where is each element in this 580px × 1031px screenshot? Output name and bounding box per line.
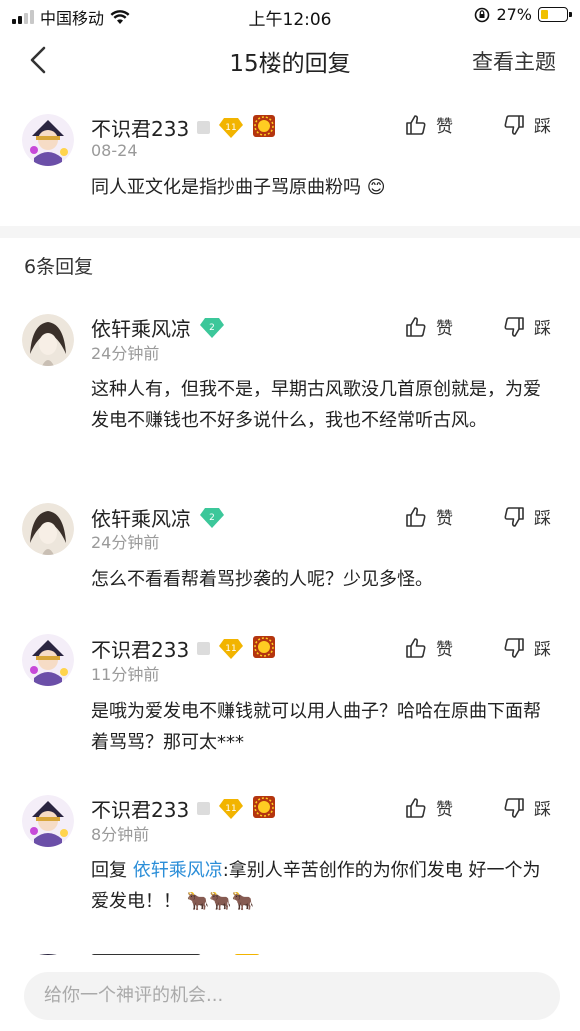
smile-emoji-icon: 😊 [366,177,386,198]
dislike-button[interactable]: 踩 [502,314,551,339]
thumbs-up-icon [406,797,426,818]
dislike-button[interactable]: 踩 [502,635,551,660]
timestamp: 24分钟前 [91,344,160,363]
thumbs-up-icon [406,114,426,135]
thumbs-up-icon [406,637,426,658]
thumbs-up-icon [406,506,426,527]
svg-text:2: 2 [209,323,215,333]
comment-input[interactable]: 给你一个神评的机会... [24,972,560,1020]
avatar[interactable] [22,634,74,686]
svg-text:2: 2 [209,513,215,523]
svg-text:11: 11 [225,123,236,133]
name-row: 依轩乘风凉 2 [91,313,225,342]
comment-text: 这种人有，但我不是，早期古风歌没几首原创就是，为爱发电不赚钱也不好多说什么，我也… [91,379,541,431]
username[interactable]: 依轩乘风凉 [91,503,191,532]
avatar[interactable] [22,314,74,366]
thumbs-down-icon [504,797,524,818]
reply-prefix: 回复 [91,860,127,881]
like-button[interactable]: 赞 [404,635,453,660]
avatar[interactable] [22,795,74,847]
member-badge [197,642,211,655]
svg-text:11: 11 [225,804,236,814]
thumbs-up-icon [406,316,426,337]
main-comment: 不识君233 11 08-24 同人亚文化是指抄曲子骂原曲粉吗 😊 赞 踩 [0,0,580,226]
level-badge-icon: 2 [199,507,225,529]
comment-input-bar: 给你一个神评的机会... [0,955,580,1031]
name-row: 不识君233 11 [91,794,276,823]
replies-count: 6条回复 [24,256,94,278]
level-badge-icon: 11 [218,638,244,660]
level-badge-icon: 11 [218,117,244,139]
like-button[interactable]: 赞 [404,112,453,137]
sun-medal-icon [252,635,276,663]
thumbs-down-icon [504,637,524,658]
username[interactable]: 不识君233 [91,634,189,663]
timestamp: 24分钟前 [91,533,160,552]
name-row: 不识君233 11 [91,634,276,663]
username[interactable]: 不识君233 [91,794,189,823]
avatar[interactable] [22,503,74,555]
timestamp: 8分钟前 [91,825,150,844]
dislike-button[interactable]: 踩 [502,504,551,529]
sun-medal-icon [252,114,276,142]
svg-text:11: 11 [225,644,236,654]
username[interactable]: 依轩乘风凉 [91,313,191,342]
name-row: 依轩乘风凉 2 [91,503,225,532]
thumbs-down-icon [504,114,524,135]
level-badge-icon: 11 [218,798,244,820]
dislike-button[interactable]: 踩 [502,795,551,820]
timestamp: 08-24 [91,141,138,160]
like-button[interactable]: 赞 [404,504,453,529]
comment-text: 同人亚文化是指抄曲子骂原曲粉吗 😊 [91,177,386,198]
name-row: 不识君233 11 [91,113,276,142]
comment-text: 回复 依轩乘风凉:拿别人辛苦创作的为你们发电 好一个为爱发电！！ 🐂🐂🐂 [91,860,541,912]
like-button[interactable]: 赞 [404,795,453,820]
thumbs-down-icon [504,506,524,527]
dislike-button[interactable]: 踩 [502,112,551,137]
section-divider [0,226,580,238]
comment-text: 怎么不看看帮着骂抄袭的人呢？少见多怪。 [91,569,433,590]
comment-text: 是哦为爱发电不赚钱就可以用人曲子？哈哈在原曲下面帮着骂骂？那可太*** [91,701,541,753]
thumbs-down-icon [504,316,524,337]
like-button[interactable]: 赞 [404,314,453,339]
ox-emoji-icon: 🐂🐂🐂 [186,891,254,912]
member-badge [197,802,211,815]
mention-link[interactable]: 依轩乘风凉 [133,860,223,881]
avatar[interactable] [22,114,74,166]
timestamp: 11分钟前 [91,665,160,684]
level-badge-icon: 2 [199,317,225,339]
username[interactable]: 不识君233 [91,113,189,142]
member-badge [197,121,211,134]
sun-medal-icon [252,795,276,823]
